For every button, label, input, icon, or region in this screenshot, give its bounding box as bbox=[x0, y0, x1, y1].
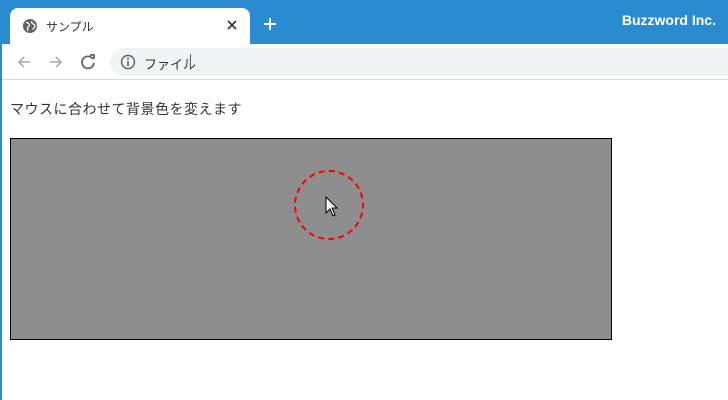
page-content: マウスに合わせて背景色を変えます bbox=[2, 81, 728, 400]
browser-window: サンプル Buzzword Inc. ファイル マウスに合わせて背景色を変えます bbox=[0, 0, 728, 400]
forward-arrow-icon[interactable] bbox=[46, 52, 66, 72]
text-caret bbox=[190, 54, 191, 70]
brand-label: Buzzword Inc. bbox=[621, 12, 716, 28]
info-icon[interactable] bbox=[120, 54, 136, 70]
close-icon[interactable] bbox=[224, 17, 240, 33]
new-tab-icon[interactable] bbox=[260, 14, 280, 34]
title-bar: サンプル Buzzword Inc. bbox=[2, 0, 728, 44]
address-bar[interactable]: ファイル bbox=[110, 48, 728, 76]
hover-area[interactable] bbox=[10, 138, 612, 340]
reload-icon[interactable] bbox=[78, 52, 98, 72]
tab-title: サンプル bbox=[46, 20, 94, 34]
mouse-pointer-icon bbox=[325, 196, 339, 217]
address-text: ファイル bbox=[144, 58, 197, 73]
back-arrow-icon[interactable] bbox=[14, 52, 34, 72]
globe-icon bbox=[23, 19, 37, 33]
browser-toolbar: ファイル bbox=[2, 44, 728, 80]
tab-sample[interactable]: サンプル bbox=[10, 8, 250, 44]
page-heading: マウスに合わせて背景色を変えます bbox=[10, 102, 242, 118]
